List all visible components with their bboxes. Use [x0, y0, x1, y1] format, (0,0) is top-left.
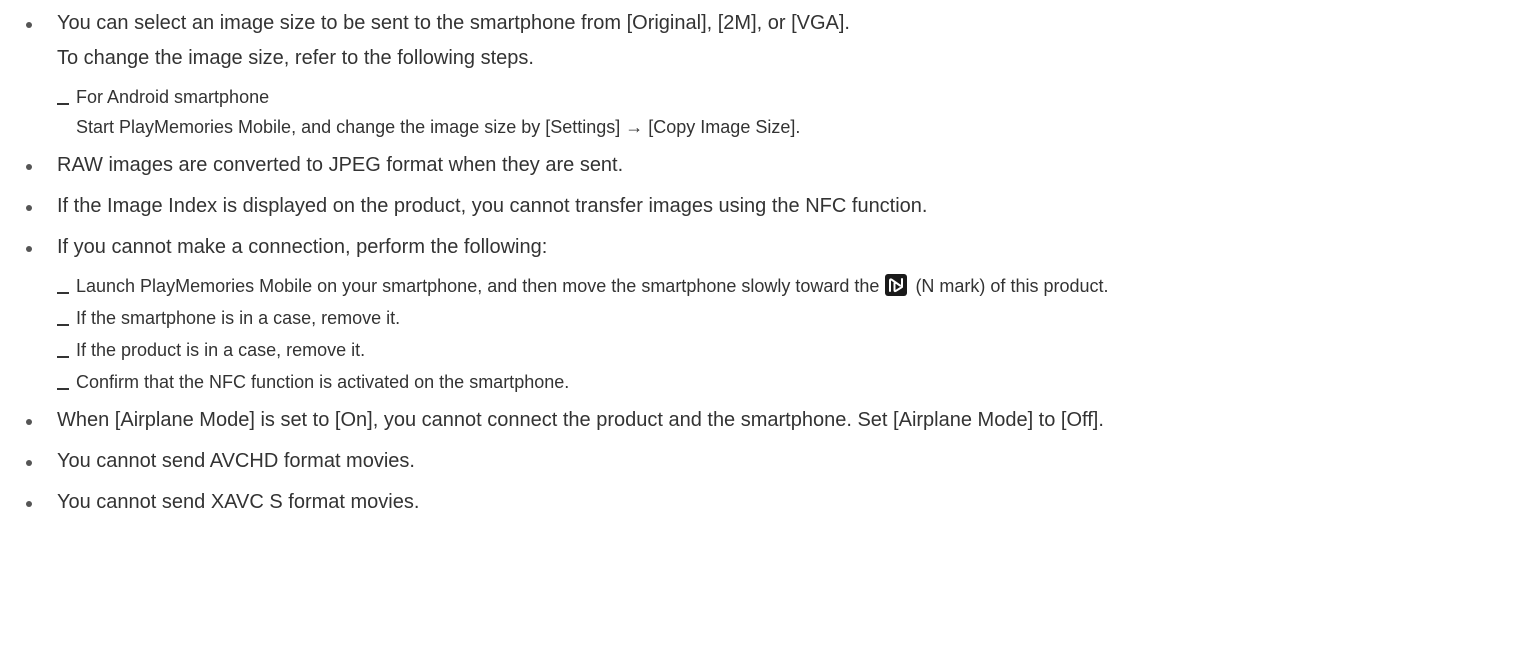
item-text: When [Airplane Mode] is set to [On], you… [57, 409, 1104, 431]
item-text: RAW images are converted to JPEG format … [57, 154, 624, 176]
list-item: When [Airplane Mode] is set to [On], you… [20, 403, 1494, 438]
list-item: RAW images are converted to JPEG format … [20, 148, 1494, 183]
list-item: You cannot send XAVC S format movies. [20, 485, 1494, 520]
bullet-icon [26, 419, 32, 425]
dash-icon [57, 292, 69, 294]
list-item: If the Image Index is displayed on the p… [20, 189, 1494, 224]
sub-list-item: If the product is in a case, remove it. [57, 335, 1494, 365]
bullet-icon [26, 164, 32, 170]
sub-item-text: Confirm that the NFC function is activat… [76, 372, 570, 392]
sub-item-text: Launch PlayMemories Mobile on your smart… [76, 271, 1494, 301]
item-text: You can select an image size to be sent … [57, 12, 850, 34]
sub-item-text: Start PlayMemories Mobile, and change th… [76, 117, 801, 137]
item-text: If you cannot make a connection, perform… [57, 236, 548, 258]
sub-list: For Android smartphone Start PlayMemorie… [57, 82, 1494, 142]
item-note: To change the image size, refer to the f… [57, 47, 534, 69]
sub-list: Launch PlayMemories Mobile on your smart… [57, 271, 1494, 397]
sub-list-item: Confirm that the NFC function is activat… [57, 367, 1494, 397]
document-notes: You can select an image size to be sent … [0, 0, 1514, 520]
sub-item-text: If the smartphone is in a case, remove i… [76, 308, 401, 328]
list-item: You can select an image size to be sent … [20, 6, 1494, 142]
sub-item-text-before: Launch PlayMemories Mobile on your smart… [76, 276, 880, 296]
sub-list-item: Launch PlayMemories Mobile on your smart… [57, 271, 1494, 301]
notes-list: You can select an image size to be sent … [20, 6, 1494, 520]
bullet-icon [26, 501, 32, 507]
sub-list-item: If the smartphone is in a case, remove i… [57, 303, 1494, 333]
dash-icon [57, 103, 69, 105]
bullet-icon [26, 246, 32, 252]
dash-icon [57, 388, 69, 390]
bullet-icon [26, 22, 32, 28]
bullet-icon [26, 460, 32, 466]
dash-icon [57, 324, 69, 326]
bullet-icon [26, 205, 32, 211]
sub-item-title: For Android smartphone [76, 87, 270, 107]
list-item: If you cannot make a connection, perform… [20, 230, 1494, 397]
nfc-n-mark-icon [885, 274, 908, 296]
item-text: You cannot send AVCHD format movies. [57, 450, 415, 472]
dash-icon [57, 356, 69, 358]
item-text: You cannot send XAVC S format movies. [57, 491, 420, 513]
sub-item-text: If the product is in a case, remove it. [76, 340, 366, 360]
list-item: You cannot send AVCHD format movies. [20, 444, 1494, 479]
item-text: If the Image Index is displayed on the p… [57, 195, 928, 217]
sub-item-text-after: (N mark) of this product. [915, 276, 1109, 296]
sub-list-item: For Android smartphone Start PlayMemorie… [57, 82, 1494, 142]
